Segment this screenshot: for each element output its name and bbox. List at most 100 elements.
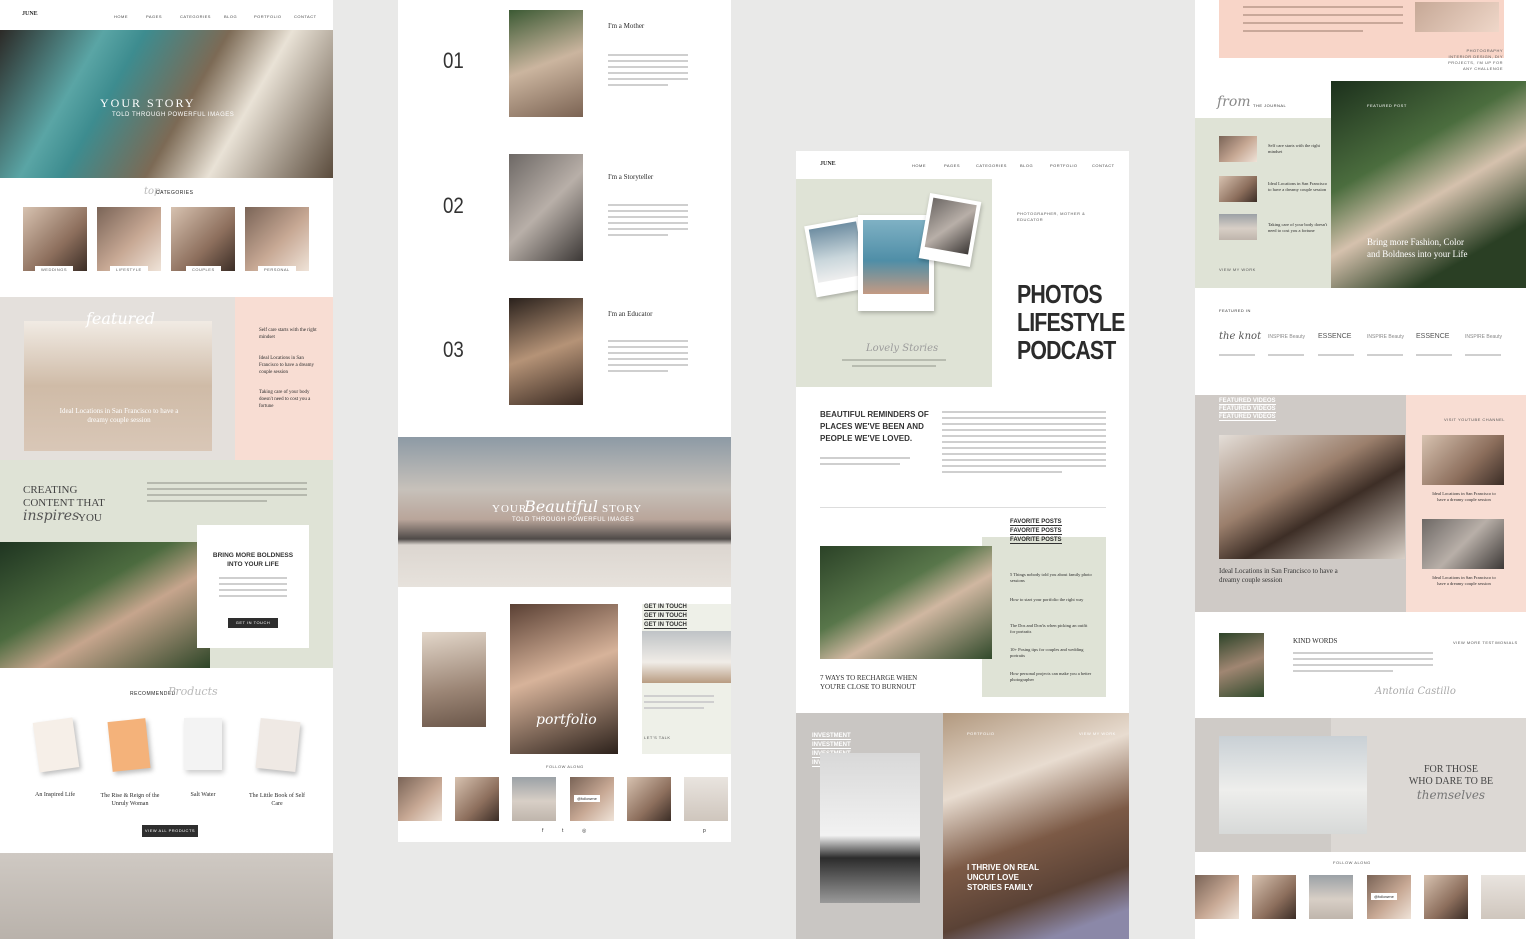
journal-post[interactable]: Self care starts with the right mindset (1268, 143, 1328, 155)
insta-handle[interactable]: @followme (1371, 893, 1397, 900)
instagram-icon[interactable]: ◎ (582, 828, 586, 834)
category-label: PERSONAL (258, 266, 296, 273)
brand-logo[interactable]: JUNE (22, 11, 38, 17)
page-preview-4: PHOTOGRAPHY INTERIOR DESIGN, DIY PROJECT… (1195, 0, 1526, 939)
category-label: COUPLES (186, 266, 221, 273)
insta-thumb[interactable] (398, 777, 442, 821)
view-all-products-button[interactable]: View All Products (142, 825, 198, 837)
insta-thumb[interactable] (627, 777, 671, 821)
text-line (644, 707, 704, 709)
story-title-a: YOUR (492, 503, 528, 515)
polaroid-photo (808, 221, 866, 283)
featured-section: featured Ideal Locations in San Francisc… (0, 297, 235, 460)
category-lifestyle[interactable] (97, 207, 161, 271)
journal-post[interactable]: Taking care of your body doesn't need to… (1268, 222, 1328, 234)
portfolio-thumb[interactable] (422, 632, 486, 727)
fav-post[interactable]: How to start your portfolio the right wa… (1010, 597, 1092, 603)
categories-title: CATEGORIES (156, 190, 194, 196)
category-personal[interactable] (245, 207, 309, 271)
text-line (608, 340, 688, 342)
nav-contact[interactable]: CONTACT (294, 14, 317, 19)
video-side-caption[interactable]: Ideal Locations in San Francisco to have… (1428, 491, 1500, 503)
nav-pages[interactable]: PAGES (146, 14, 162, 19)
featured-post-image[interactable]: FEATURED POST Bring more Fashion, Color … (1331, 81, 1526, 288)
featured-caption[interactable]: Ideal Locations in San Francisco to have… (54, 407, 184, 425)
video-thumb[interactable] (1422, 435, 1504, 485)
side-post[interactable]: Self care starts with the right mindset (259, 327, 319, 341)
touch-image (642, 631, 731, 683)
nav-portfolio[interactable]: PORTFOLIO (1050, 163, 1078, 168)
category-weddings[interactable] (23, 207, 87, 271)
insta-thumb[interactable] (1481, 875, 1525, 919)
featured-image[interactable] (24, 321, 212, 451)
journal-link[interactable]: VIEW MY WORK (1219, 267, 1256, 272)
investment-image[interactable] (820, 753, 920, 903)
side-post[interactable]: Taking care of your body doesn't need to… (259, 389, 319, 410)
product-cover[interactable] (32, 717, 80, 773)
fav-post[interactable]: 10+ Posing tips for couples and wedding … (1010, 647, 1092, 659)
journal-thumb[interactable] (1219, 176, 1257, 202)
facebook-icon[interactable]: f (542, 828, 543, 834)
twitter-icon[interactable]: t (562, 828, 563, 834)
insta-thumb[interactable] (455, 777, 499, 821)
insta-thumb[interactable] (1195, 875, 1239, 919)
insta-handle[interactable]: @followme (574, 795, 600, 802)
journal-thumb[interactable] (1219, 136, 1257, 162)
pinterest-icon[interactable]: p (703, 828, 706, 834)
get-in-touch-button[interactable]: Get In Touch (228, 618, 278, 628)
nav-blog[interactable]: BLOG (1020, 163, 1033, 168)
nav-categories[interactable]: CATEGORIES (976, 163, 1007, 168)
item-image (509, 298, 583, 405)
nav-home[interactable]: HOME (912, 163, 926, 168)
text-line (942, 459, 1106, 461)
nav-home[interactable]: HOME (114, 14, 128, 19)
video-side-caption[interactable]: Ideal Locations in San Francisco to have… (1428, 575, 1500, 587)
product-title[interactable]: An Inspired Life (25, 792, 85, 798)
side-post[interactable]: Ideal Locations in San Francisco to have… (259, 355, 319, 376)
product-title[interactable]: The Little Book of Self Care (244, 792, 310, 808)
insta-thumb[interactable] (1252, 875, 1296, 919)
fav-post[interactable]: 5 Things nobody told you about family ph… (1010, 572, 1092, 584)
item-title: I'm a Storyteller (608, 173, 654, 181)
portfolio-main[interactable] (510, 604, 618, 754)
journal-post[interactable]: Ideal Locations in San Francisco to have… (1268, 181, 1328, 193)
video-main[interactable] (1219, 435, 1405, 559)
text-line (608, 84, 668, 86)
brand-logo[interactable]: JUNE (820, 161, 836, 167)
insta-thumb[interactable] (512, 777, 556, 821)
insta-thumb[interactable] (684, 777, 728, 821)
nav-blog[interactable]: BLOG (224, 14, 237, 19)
insta-thumb[interactable] (1424, 875, 1468, 919)
fav-post[interactable]: How personal projects can make you a bet… (1010, 671, 1092, 683)
video-caption[interactable]: Ideal Locations in San Francisco to have… (1219, 567, 1349, 585)
product-cover[interactable] (107, 718, 151, 772)
text-line (1293, 670, 1393, 672)
fav-post[interactable]: The Dos and Don'ts when picking an outfi… (1010, 623, 1092, 635)
product-cover[interactable] (255, 718, 301, 772)
insta-thumb[interactable] (1309, 875, 1353, 919)
visit-channel-link[interactable]: VISIT YOUTUBE CHANNEL (1444, 417, 1505, 422)
view-testimonials-link[interactable]: VIEW MORE TESTIMONIALS (1453, 640, 1518, 645)
journal-thumb[interactable] (1219, 214, 1257, 240)
video-thumb[interactable] (1422, 519, 1504, 569)
view-more-link[interactable]: VIEW MY WORK (1079, 731, 1116, 736)
product-title[interactable]: The Rise & Reign of the Unruly Woman (97, 792, 163, 808)
nav-portfolio[interactable]: PORTFOLIO (254, 14, 282, 19)
text-line (942, 453, 1106, 455)
category-couples[interactable] (171, 207, 235, 271)
touch-link[interactable]: LET'S TALK (644, 735, 671, 740)
product-title[interactable]: Salt Water (173, 792, 233, 798)
nav-categories[interactable]: CATEGORIES (180, 14, 211, 19)
touch-section: portfolio GET IN TOUCH GET IN TOUCH GET … (398, 587, 731, 767)
fav-image[interactable] (820, 546, 992, 659)
journal-script: from (1217, 94, 1251, 110)
text-line (1268, 354, 1304, 356)
nav-pages[interactable]: PAGES (944, 163, 960, 168)
recharge-title[interactable]: 7 WAYS TO RECHARGE WHEN YOU'RE CLOSE TO … (820, 674, 940, 692)
side-posts: Self care starts with the right mindset … (235, 297, 333, 460)
text-line (608, 370, 668, 372)
product-cover[interactable] (184, 718, 222, 770)
creating-line1: CREATING (23, 484, 78, 496)
nav-contact[interactable]: CONTACT (1092, 163, 1115, 168)
text-line (147, 482, 307, 484)
